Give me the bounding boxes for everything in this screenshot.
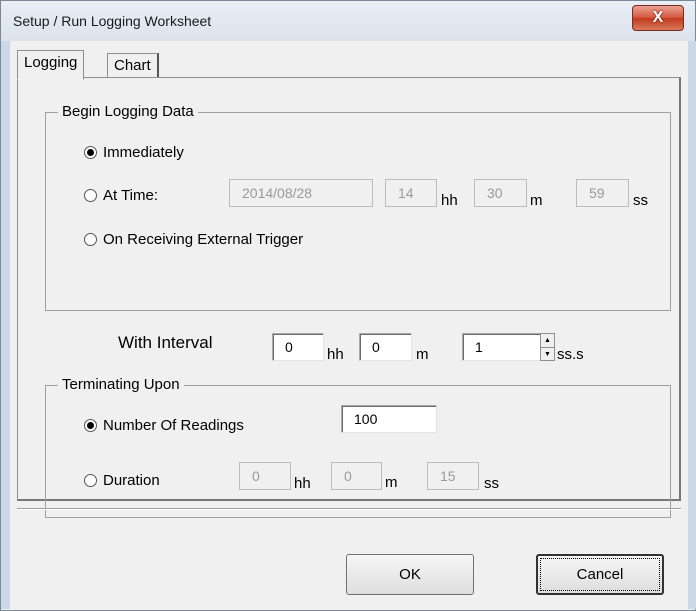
radio-number-of-readings[interactable]: Number Of Readings bbox=[84, 417, 244, 434]
radio-number-of-readings-label: Number Of Readings bbox=[103, 417, 244, 434]
radio-duration-label: Duration bbox=[103, 472, 160, 489]
terminating-legend: Terminating Upon bbox=[58, 376, 184, 393]
radio-immediately[interactable]: Immediately bbox=[84, 144, 184, 161]
interval-ss-field[interactable]: 1 bbox=[462, 333, 541, 361]
button-divider bbox=[17, 508, 681, 510]
spin-down-icon[interactable]: ▼ bbox=[541, 347, 554, 360]
ok-button-label: OK bbox=[399, 566, 421, 583]
tab-logging-label: Logging bbox=[24, 54, 78, 71]
radio-immediately-dot[interactable] bbox=[84, 146, 97, 159]
radio-duration-dot[interactable] bbox=[84, 474, 97, 487]
duration-ss-unit: ss bbox=[484, 475, 499, 492]
close-icon: X bbox=[652, 9, 664, 26]
at-time-ss-field[interactable]: 59 bbox=[576, 179, 629, 207]
at-time-m-field[interactable]: 30 bbox=[474, 179, 527, 207]
radio-external-trigger[interactable]: On Receiving External Trigger bbox=[84, 231, 303, 248]
interval-label: With Interval bbox=[118, 333, 213, 352]
at-time-ss-unit: ss bbox=[633, 192, 648, 209]
logging-tab-panel: Begin Logging Data Immediately At Time: … bbox=[17, 77, 681, 518]
radio-at-time-dot[interactable] bbox=[84, 189, 97, 202]
terminating-group: Terminating Upon Number Of Readings Dura… bbox=[45, 376, 671, 518]
tab-logging[interactable]: Logging bbox=[17, 50, 85, 80]
window-title: Setup / Run Logging Worksheet bbox=[13, 13, 212, 29]
title-bar[interactable]: Setup / Run Logging Worksheet X bbox=[1, 1, 695, 41]
interval-ss-unit: ss.s bbox=[557, 346, 584, 363]
at-time-m-unit: m bbox=[530, 192, 543, 209]
at-time-hh-field[interactable]: 14 bbox=[385, 179, 437, 207]
readings-count-field[interactable]: 100 bbox=[341, 405, 437, 433]
interval-m-unit: m bbox=[416, 346, 429, 363]
duration-hh-unit: hh bbox=[294, 475, 311, 492]
duration-m-field[interactable]: 0 bbox=[331, 462, 382, 490]
close-button[interactable]: X bbox=[632, 5, 684, 31]
dialog-window: Setup / Run Logging Worksheet X Logging … bbox=[0, 0, 696, 611]
interval-hh-unit: hh bbox=[327, 346, 344, 363]
interval-hh-field[interactable]: 0 bbox=[272, 333, 324, 361]
duration-hh-field[interactable]: 0 bbox=[239, 462, 291, 490]
tab-chart[interactable]: Chart bbox=[107, 53, 159, 78]
cancel-button[interactable]: Cancel bbox=[536, 554, 664, 595]
at-time-date-field[interactable]: 2014/08/28 bbox=[229, 179, 373, 207]
begin-logging-group: Begin Logging Data Immediately At Time: … bbox=[45, 103, 671, 311]
at-time-hh-unit: hh bbox=[441, 192, 458, 209]
begin-logging-legend: Begin Logging Data bbox=[58, 103, 198, 120]
dialog-client-area: Logging Chart Begin Logging Data Immedia… bbox=[10, 41, 688, 609]
radio-at-time[interactable]: At Time: bbox=[84, 187, 158, 204]
radio-at-time-label: At Time: bbox=[103, 187, 159, 204]
radio-external-trigger-label: On Receiving External Trigger bbox=[103, 231, 304, 248]
duration-m-unit: m bbox=[385, 474, 398, 491]
radio-duration[interactable]: Duration bbox=[84, 472, 160, 489]
radio-number-of-readings-dot[interactable] bbox=[84, 419, 97, 432]
cancel-button-label: Cancel bbox=[576, 566, 624, 583]
radio-external-trigger-dot[interactable] bbox=[84, 233, 97, 246]
radio-immediately-label: Immediately bbox=[103, 144, 184, 161]
duration-ss-field[interactable]: 15 bbox=[427, 462, 479, 490]
ok-button[interactable]: OK bbox=[346, 554, 474, 595]
window-frame-right bbox=[688, 41, 696, 609]
spin-up-icon[interactable]: ▲ bbox=[541, 334, 554, 347]
interval-m-field[interactable]: 0 bbox=[359, 333, 412, 361]
window-frame-left bbox=[1, 41, 10, 609]
tab-chart-label: Chart bbox=[114, 57, 151, 74]
interval-spinner[interactable]: ▲ ▼ bbox=[540, 333, 555, 361]
